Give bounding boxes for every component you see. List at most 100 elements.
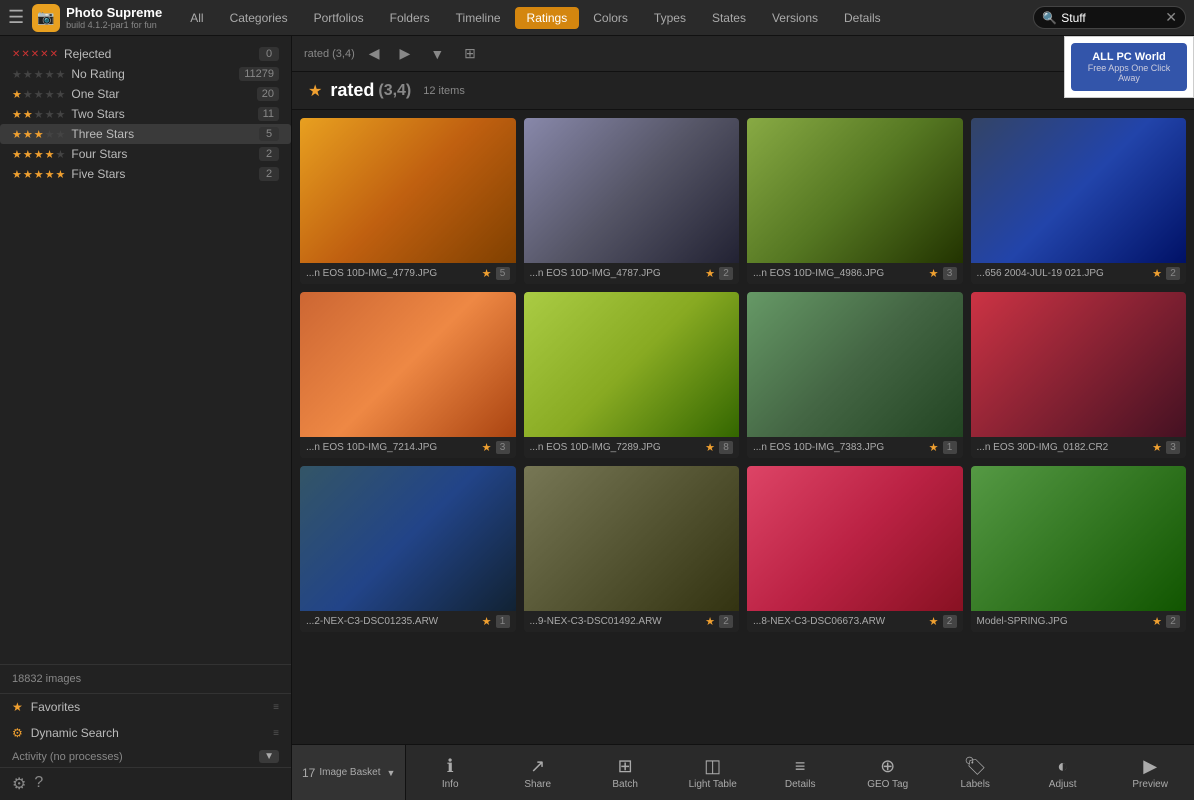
bottom-tool-icon-share: ↗ — [530, 756, 545, 777]
photo-rating-p12: 2 — [1166, 615, 1180, 628]
photo-thumb-p7 — [747, 292, 963, 437]
nav-tab-categories[interactable]: Categories — [218, 7, 300, 29]
bottom-tool-share[interactable]: ↗Share — [494, 750, 582, 796]
photo-item[interactable]: ...n EOS 10D-IMG_7289.JPG★8 — [524, 292, 740, 458]
photo-star-icon-p9: ★ — [482, 615, 492, 628]
sidebar-item-label-dynamic-search: Dynamic Search — [31, 726, 265, 740]
rating-label-five-stars: Five Stars — [71, 167, 259, 181]
nav-tab-all[interactable]: All — [178, 7, 215, 29]
topbar: ☰ 📷 Photo Supreme build 4.1.2-par1 for f… — [0, 0, 1194, 36]
bottom-tool-batch[interactable]: ⊞Batch — [581, 750, 669, 796]
rating-row-no-rating[interactable]: ★★★★★No Rating11279 — [0, 64, 291, 84]
bottom-tool-geo-tag[interactable]: ⊕GEO Tag — [844, 750, 932, 796]
sidebar-activity-label: Activity (no processes) — [12, 751, 251, 763]
photo-star-icon-p8: ★ — [1152, 441, 1162, 454]
forward-button[interactable]: ▶ — [394, 43, 417, 64]
photo-thumb-p11 — [747, 466, 963, 611]
photo-name-p6: ...n EOS 10D-IMG_7289.JPG — [530, 442, 702, 453]
toolbar-breadcrumb: rated (3,4) — [304, 48, 355, 60]
photo-star-icon-p1: ★ — [482, 267, 492, 280]
rating-row-one-star[interactable]: ★★★★★One Star20 — [0, 84, 291, 104]
nav-tab-portfolios[interactable]: Portfolios — [302, 7, 376, 29]
photo-item[interactable]: ...n EOS 30D-IMG_0182.CR2★3 — [971, 292, 1187, 458]
photo-name-p8: ...n EOS 30D-IMG_0182.CR2 — [977, 442, 1149, 453]
back-button[interactable]: ◀ — [363, 43, 386, 64]
filter-button[interactable]: ▼ — [424, 44, 450, 64]
photo-grid: ...n EOS 10D-IMG_4779.JPG★5...n EOS 10D-… — [292, 110, 1194, 744]
search-input[interactable] — [1061, 11, 1161, 25]
photo-rating-p2: 2 — [719, 267, 733, 280]
bottom-tool-adjust[interactable]: ◐Adjust — [1019, 750, 1107, 796]
rated-range: (3,4) — [378, 82, 411, 100]
sidebar-item-favorites[interactable]: ★Favorites≡ — [0, 694, 291, 720]
sidebar-help-icon[interactable]: ? — [34, 774, 43, 794]
rating-row-five-stars[interactable]: ★★★★★Five Stars2 — [0, 164, 291, 184]
rating-label-four-stars: Four Stars — [71, 147, 259, 161]
bottom-tool-details[interactable]: ≡ Details — [756, 750, 844, 796]
nav-tab-ratings[interactable]: Ratings — [515, 7, 580, 29]
rating-stars-two-stars: ★★★★★ — [12, 108, 65, 121]
nav-tab-types[interactable]: Types — [642, 7, 698, 29]
sidebar-add-button[interactable]: ▼ — [259, 750, 279, 763]
photo-item[interactable]: ...n EOS 10D-IMG_7214.JPG★3 — [300, 292, 516, 458]
photo-rating-p9: 1 — [496, 615, 510, 628]
image-basket-button[interactable]: 17 Image Basket ▼ — [292, 745, 406, 800]
rating-row-rejected[interactable]: ✕✕✕✕✕ Rejected0 — [0, 44, 291, 64]
rating-label-rejected: Rejected — [64, 47, 259, 61]
photo-label-p10: ...9-NEX-C3-DSC01492.ARW★2 — [524, 611, 740, 632]
bottom-tool-light-table[interactable]: ◫Light Table — [669, 750, 757, 796]
bottom-tool-labels[interactable]: 🏷Labels — [931, 750, 1019, 796]
search-clear-button[interactable]: ✕ — [1165, 9, 1177, 26]
bottom-tools-row: ℹInfo↗Share⊞Batch◫Light Table ≡ Details ⊕GE… — [406, 750, 1194, 796]
bottom-tool-preview[interactable]: ▶Preview — [1106, 750, 1194, 796]
photo-item[interactable]: ...n EOS 10D-IMG_4779.JPG★5 — [300, 118, 516, 284]
nav-tab-details[interactable]: Details — [832, 7, 893, 29]
rating-stars-rejected: ✕✕✕✕✕ — [12, 49, 58, 60]
photo-item[interactable]: ...n EOS 10D-IMG_4787.JPG★2 — [524, 118, 740, 284]
sidebar-item-dynamic-search[interactable]: ⚙Dynamic Search≡ — [0, 720, 291, 746]
photo-thumb-p12 — [971, 466, 1187, 611]
rating-count-rejected: 0 — [259, 47, 279, 61]
rated-title: rated — [330, 80, 374, 101]
nav-tab-states[interactable]: States — [700, 7, 758, 29]
sidebar-bottom: ★Favorites≡⚙Dynamic Search≡ Activity (no… — [0, 693, 291, 800]
bottom-tool-icon-details: ≡ — [795, 756, 806, 777]
sidebar-gear-icon[interactable]: ⚙ — [12, 774, 26, 794]
photo-star-icon-p7: ★ — [929, 441, 939, 454]
hamburger-button[interactable]: ☰ — [8, 7, 24, 28]
layers-button[interactable]: ⊞ — [458, 43, 482, 64]
sidebar-activity-bar: Activity (no processes) ▼ — [0, 746, 291, 767]
nav-tab-versions[interactable]: Versions — [760, 7, 830, 29]
bottom-tool-label-details: Details — [785, 779, 816, 790]
rated-items-count: 12 items — [423, 85, 465, 97]
rating-row-two-stars[interactable]: ★★★★★Two Stars11 — [0, 104, 291, 124]
nav-tab-folders[interactable]: Folders — [378, 7, 442, 29]
photo-rating-p6: 8 — [719, 441, 733, 454]
photo-rating-p4: 2 — [1166, 267, 1180, 280]
photo-item[interactable]: ...9-NEX-C3-DSC01492.ARW★2 — [524, 466, 740, 632]
nav-tab-timeline[interactable]: Timeline — [444, 7, 513, 29]
photo-item[interactable]: ...8-NEX-C3-DSC06673.ARW★2 — [747, 466, 963, 632]
bottom-tool-label-labels: Labels — [960, 779, 989, 790]
photo-label-p11: ...8-NEX-C3-DSC06673.ARW★2 — [747, 611, 963, 632]
photo-name-p3: ...n EOS 10D-IMG_4986.JPG — [753, 268, 925, 279]
ad-panel: ALL PC World Free Apps One Click Away — [1064, 36, 1194, 98]
bottom-tool-info[interactable]: ℹInfo — [406, 750, 494, 796]
app-sub: build 4.1.2-par1 for fun — [66, 20, 162, 30]
photo-item[interactable]: Model-SPRING.JPG★2 — [971, 466, 1187, 632]
photo-rating-p10: 2 — [719, 615, 733, 628]
photo-item[interactable]: ...2-NEX-C3-DSC01235.ARW★1 — [300, 466, 516, 632]
photo-item[interactable]: ...n EOS 10D-IMG_4986.JPG★3 — [747, 118, 963, 284]
photo-label-p12: Model-SPRING.JPG★2 — [971, 611, 1187, 632]
nav-tab-colors[interactable]: Colors — [581, 7, 640, 29]
photo-thumb-p2 — [524, 118, 740, 263]
rating-row-four-stars[interactable]: ★★★★★Four Stars2 — [0, 144, 291, 164]
search-box[interactable]: 🔍 ✕ — [1033, 6, 1186, 29]
photo-item[interactable]: ...656 2004-JUL-19 021.JPG★2 — [971, 118, 1187, 284]
app-logo-icon: 📷 — [37, 9, 54, 26]
rating-label-one-star: One Star — [71, 87, 256, 101]
photo-star-icon-p3: ★ — [929, 267, 939, 280]
basket-chevron-icon: ▼ — [387, 768, 396, 778]
rating-row-three-stars[interactable]: ★★★★★Three Stars5 — [0, 124, 291, 144]
photo-item[interactable]: ...n EOS 10D-IMG_7383.JPG★1 — [747, 292, 963, 458]
